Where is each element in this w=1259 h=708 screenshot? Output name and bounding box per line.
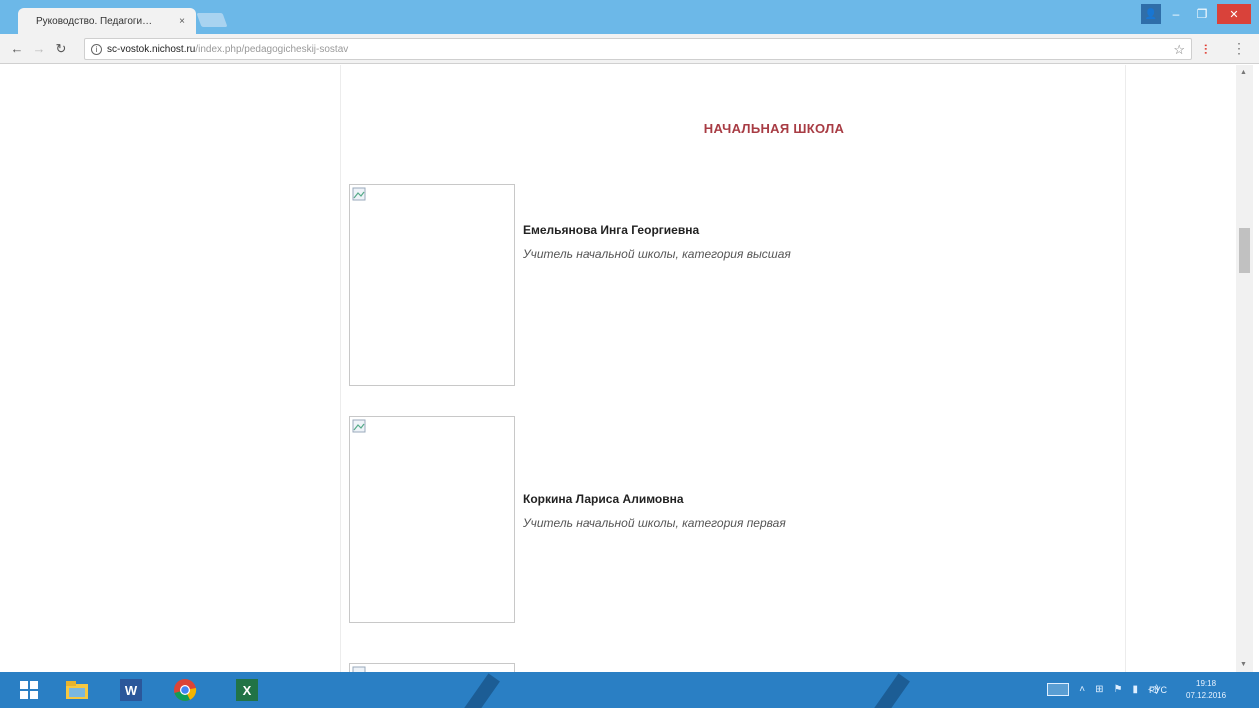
chrome-icon[interactable] <box>170 676 200 704</box>
file-explorer-icon[interactable] <box>62 676 92 704</box>
clock-time: 19:18 <box>1196 679 1217 688</box>
teacher-name: Емельянова Инга Георгиевна <box>523 223 700 237</box>
forward-arrow-icon[interactable]: → <box>28 38 50 60</box>
clock[interactable]: 19:18 07.12.2016 <box>1186 678 1226 702</box>
teacher-photo <box>349 416 515 623</box>
word-icon[interactable]: W <box>116 676 146 704</box>
taskbar-decoration <box>864 673 910 708</box>
broken-image-icon <box>352 419 366 433</box>
minimize-button[interactable]: – <box>1165 4 1187 24</box>
teacher-role: Учитель начальной школы, категория высша… <box>523 247 791 261</box>
address-bar[interactable]: i sc-vostok.nichost.ru /index.php/pedago… <box>84 38 1192 60</box>
back-arrow-icon[interactable]: ← <box>6 38 28 60</box>
system-tray: ˄ ⊞ ⚑ ▮ ◁) <box>1047 683 1159 696</box>
section-title: НАЧАЛЬНАЯ ШКОЛА <box>703 121 845 136</box>
teacher-photo <box>349 663 515 672</box>
svg-text:X: X <box>243 683 252 698</box>
windows-taskbar: W X ˄ ⊞ ⚑ ▮ ◁) РУС 19:18 07.12.2016 <box>0 672 1259 708</box>
browser-tab[interactable]: Руководство. Педагоги… × <box>18 8 196 34</box>
page-viewport: НАЧАЛЬНАЯ ШКОЛА Емельянова Инга Георгиев… <box>0 65 1259 672</box>
scroll-up-arrow-icon[interactable]: ▲ <box>1240 69 1247 76</box>
url-path: /index.php/pedagogicheskij-sostav <box>195 43 349 55</box>
scroll-down-arrow-icon[interactable]: ▼ <box>1240 661 1247 668</box>
taskbar-decoration <box>454 673 500 708</box>
user-profile-icon[interactable]: 👤 <box>1141 4 1161 24</box>
page-content: НАЧАЛЬНАЯ ШКОЛА Емельянова Инга Георгиев… <box>340 65 1126 672</box>
menu-dots-icon[interactable]: ⋮ <box>1232 40 1246 57</box>
close-tab-icon[interactable]: × <box>176 16 188 27</box>
vertical-scrollbar[interactable]: ▲ ▼ <box>1236 65 1253 672</box>
reload-icon[interactable]: ↻ <box>50 38 72 60</box>
teacher-photo <box>349 184 515 386</box>
excel-icon[interactable]: X <box>232 676 262 704</box>
browser-titlebar: Руководство. Педагоги… × 👤 – ❐ ✕ <box>0 0 1259 34</box>
bookmark-star-icon[interactable]: ☆ <box>1173 42 1185 58</box>
new-tab-button[interactable] <box>196 13 228 27</box>
windows-start-icon[interactable] <box>14 676 44 704</box>
flag-icon[interactable]: ⚑ <box>1113 684 1122 695</box>
broken-image-icon <box>352 187 366 201</box>
language-indicator[interactable]: РУС <box>1149 685 1167 695</box>
network-icon[interactable]: ⊞ <box>1095 684 1103 695</box>
teacher-role: Учитель начальной школы, категория перва… <box>523 516 786 530</box>
info-icon[interactable]: i <box>91 43 102 55</box>
url-host: sc-vostok.nichost.ru <box>107 43 196 55</box>
browser-toolbar: ← → ↻ i sc-vostok.nichost.ru /index.php/… <box>0 34 1259 64</box>
tab-title: Руководство. Педагоги… <box>36 15 153 27</box>
window-controls: 👤 – ❐ ✕ <box>1141 4 1251 24</box>
maximize-button[interactable]: ❐ <box>1191 4 1213 24</box>
close-window-button[interactable]: ✕ <box>1217 4 1251 24</box>
svg-text:W: W <box>125 683 138 698</box>
battery-icon[interactable]: ▮ <box>1132 684 1138 695</box>
clock-date: 07.12.2016 <box>1186 691 1227 700</box>
keyboard-icon[interactable] <box>1047 683 1070 696</box>
chevron-up-icon[interactable]: ˄ <box>1079 684 1085 695</box>
scrollbar-thumb[interactable] <box>1239 228 1250 273</box>
extension-icon[interactable]: ⫶ <box>1204 42 1214 57</box>
teacher-name: Коркина Лариса Алимовна <box>523 492 684 506</box>
